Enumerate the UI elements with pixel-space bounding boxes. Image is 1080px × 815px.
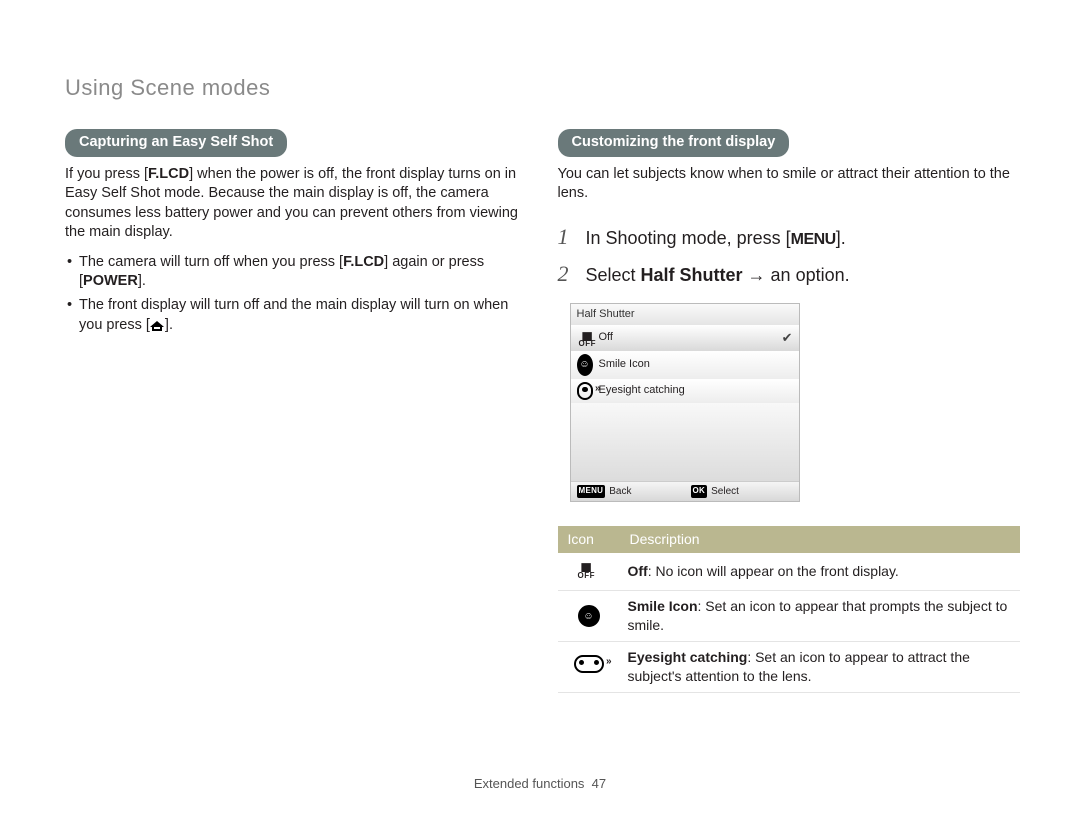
check-icon: ✔ bbox=[782, 329, 793, 347]
ui-option-off: OFF Off ✔ bbox=[571, 325, 799, 351]
frontdisplay-intro: You can let subjects know when to smile … bbox=[558, 165, 1021, 204]
left-column: Capturing an Easy Self Shot If you press… bbox=[65, 129, 528, 693]
selfshot-bullet-1: The camera will turn off when you press … bbox=[65, 253, 528, 292]
step-1: 1 In Shooting mode, press [MENU]. bbox=[558, 222, 1021, 252]
home-icon bbox=[150, 318, 165, 331]
step-number-1: 1 bbox=[558, 222, 576, 252]
table-row: ☺ Smile Icon: Set an icon to appear that… bbox=[558, 591, 1021, 642]
ui-option-eyesight: » Eyesight catching bbox=[571, 379, 799, 403]
camera-ui-screenshot: Half Shutter OFF Off ✔ ☺ Smile Icon » Ey… bbox=[570, 303, 800, 502]
page-footer: Extended functions 47 bbox=[0, 776, 1080, 791]
icon-description-table: Icon Description OFF Off: No icon will a… bbox=[558, 526, 1021, 692]
selfshot-intro: If you press [F.LCD] when the power is o… bbox=[65, 165, 528, 243]
menu-icon: MENU bbox=[791, 231, 836, 248]
selfshot-bullet-2: The front display will turn off and the … bbox=[65, 296, 528, 335]
chapter-title: Using Scene modes bbox=[65, 75, 1020, 101]
table-row: » Eyesight catching: Set an icon to appe… bbox=[558, 641, 1021, 692]
smile-icon: ☺ bbox=[578, 605, 600, 627]
section-pill-frontdisplay: Customizing the front display bbox=[558, 129, 790, 157]
table-head-icon: Icon bbox=[558, 526, 620, 553]
step-number-2: 2 bbox=[558, 259, 576, 289]
off-icon: OFF bbox=[576, 559, 602, 579]
ui-footer-select: OK Select bbox=[685, 482, 799, 502]
ui-option-smile: ☺ Smile Icon bbox=[571, 351, 799, 379]
ui-title: Half Shutter bbox=[571, 304, 799, 325]
section-pill-selfshot: Capturing an Easy Self Shot bbox=[65, 129, 287, 157]
right-column: Customizing the front display You can le… bbox=[558, 129, 1021, 693]
eyesight-icon: » bbox=[577, 382, 593, 400]
smile-icon: ☺ bbox=[577, 354, 593, 376]
ui-footer-back: MENU Back bbox=[571, 482, 685, 502]
table-head-desc: Description bbox=[620, 526, 1021, 553]
step-2: 2 Select Half Shutter → an option. bbox=[558, 259, 1021, 289]
eyesight-icon: » bbox=[574, 655, 604, 673]
table-row: OFF Off: No icon will appear on the fron… bbox=[558, 553, 1021, 590]
off-icon: OFF bbox=[577, 328, 593, 348]
